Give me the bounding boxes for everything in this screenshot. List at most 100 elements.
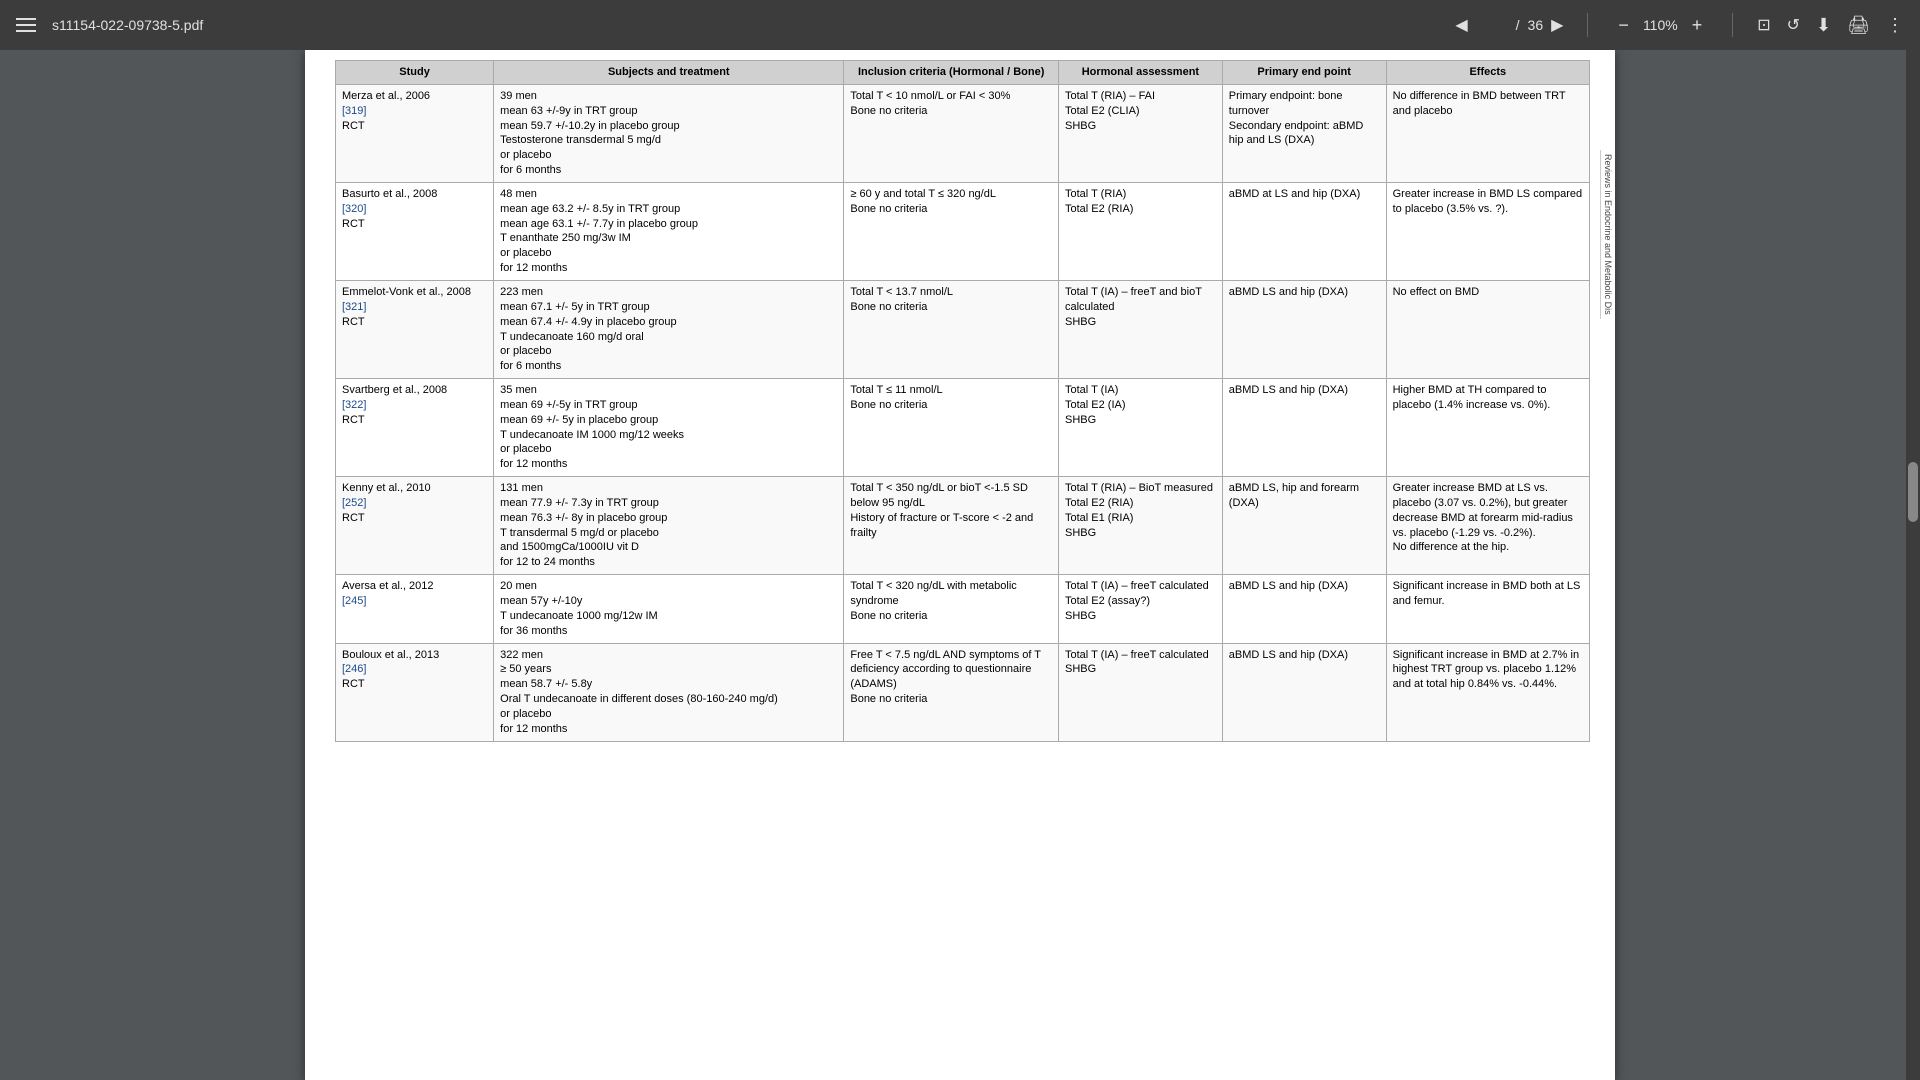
cell-inclusion: Total T < 350 ng/dL or bioT <-1.5 SD bel… — [844, 477, 1059, 575]
cell-effects: Higher BMD at TH compared to placebo (1.… — [1386, 379, 1589, 477]
cell-treatment: 131 menmean 77.9 +/- 7.3y in TRT groupme… — [494, 477, 844, 575]
cell-inclusion: Total T < 320 ng/dL with metabolic syndr… — [844, 575, 1059, 643]
fit-page-icon[interactable]: ⊡ — [1757, 15, 1770, 35]
scrollbar-thumb[interactable] — [1908, 462, 1918, 522]
cell-inclusion: Total T < 13.7 nmol/LBone no criteria — [844, 280, 1059, 378]
cell-effects: Significant increase in BMD both at LS a… — [1386, 575, 1589, 643]
page-total: 36 — [1528, 17, 1544, 33]
cell-effects: Significant increase in BMD at 2.7% in h… — [1386, 643, 1589, 741]
cell-inclusion: Total T < 10 nmol/L or FAI < 30%Bone no … — [844, 84, 1059, 182]
cell-treatment: 322 men≥ 50 yearsmean 58.7 +/- 5.8yOral … — [494, 643, 844, 741]
col-study: Study — [336, 61, 494, 85]
cell-hormonal: Total T (IA) – freeT calculatedSHBG — [1059, 643, 1223, 741]
study-author: Svartberg et al., 2008 — [342, 384, 447, 396]
toolbar: s11154-022-09738-5.pdf ◀ 18 / 36 ▶ − 110… — [0, 0, 1920, 50]
cell-study: Emmelot-Vonk et al., 2008 [321] RCT — [336, 280, 494, 378]
page-number-input[interactable]: 18 — [1476, 17, 1508, 33]
study-type: RCT — [342, 120, 365, 132]
zoom-out-button[interactable]: − — [1612, 13, 1635, 38]
cell-study: Svartberg et al., 2008 [322] RCT — [336, 379, 494, 477]
cell-effects: Greater increase in BMD LS compared to p… — [1386, 182, 1589, 280]
table-row: Emmelot-Vonk et al., 2008[321]RCT223 men… — [336, 280, 1590, 378]
zoom-level: 110% — [1643, 17, 1678, 33]
cell-hormonal: Total T (RIA)Total E2 (RIA) — [1059, 182, 1223, 280]
cell-effects: Greater increase BMD at LS vs. placebo (… — [1386, 477, 1589, 575]
cell-hormonal: Total T (RIA) – FAITotal E2 (CLIA)SHBG — [1059, 84, 1223, 182]
cell-inclusion: Total T ≤ 11 nmol/LBone no criteria — [844, 379, 1059, 477]
col-subjects: Subjects and treatment — [494, 61, 844, 85]
filename: s11154-022-09738-5.pdf — [52, 17, 1439, 33]
separator-1 — [1587, 13, 1588, 37]
study-ref[interactable]: [320] — [342, 203, 366, 215]
nav-controls: ◀ 18 / 36 ▶ — [1455, 15, 1563, 35]
cell-hormonal: Total T (IA) – freeT and bioT calculated… — [1059, 280, 1223, 378]
separator-2 — [1732, 13, 1733, 37]
cell-study: Kenny et al., 2010[252]RCT — [336, 477, 494, 575]
cell-hormonal: Total T (RIA) – BioT measuredTotal E2 (R… — [1059, 477, 1223, 575]
study-type: RCT — [342, 678, 365, 690]
cell-study: Aversa et al., 2012 [245] — [336, 575, 494, 643]
history-icon[interactable]: ↺ — [1787, 15, 1800, 35]
study-type: RCT — [342, 414, 365, 426]
study-table: Study Subjects and treatment Inclusion c… — [335, 60, 1590, 742]
study-ref[interactable]: [252] — [342, 497, 366, 509]
cell-primary: aBMD LS and hip (DXA) — [1222, 643, 1386, 741]
right-icons: ⊡ ↺ ⬇ 🖨 ⋮ — [1757, 15, 1904, 36]
cell-study: Bouloux et al., 2013 [246] RCT — [336, 643, 494, 741]
study-ref[interactable]: [319] — [342, 105, 366, 117]
study-author: Kenny et al., 2010 — [342, 482, 431, 494]
content: ringer Reviews in Endocrine and Metaboli… — [0, 50, 1920, 1080]
next-page-button[interactable]: ▶ — [1551, 15, 1563, 35]
cell-study: Merza et al., 2006 [319] RCT — [336, 84, 494, 182]
study-ref[interactable]: [246] — [342, 663, 366, 675]
table-row: Bouloux et al., 2013 [246] RCT 322 men≥ 50 … — [336, 643, 1590, 741]
table-row: Aversa et al., 2012 [245] 20 menmean 57y +… — [336, 575, 1590, 643]
table-header-row: Study Subjects and treatment Inclusion c… — [336, 61, 1590, 85]
study-author: Basurto et al., 2008 — [342, 188, 437, 200]
study-author: Aversa et al., 2012 — [342, 580, 434, 592]
cell-hormonal: Total T (IA)Total E2 (IA)SHBG — [1059, 379, 1223, 477]
right-label: Reviews in Endocrine and Metabolic Dis — [1600, 150, 1615, 319]
cell-effects: No effect on BMD — [1386, 280, 1589, 378]
more-icon[interactable]: ⋮ — [1886, 15, 1904, 36]
cell-primary: aBMD LS and hip (DXA) — [1222, 575, 1386, 643]
cell-treatment: 39 menmean 63 +/-9y in TRT groupmean 59.… — [494, 84, 844, 182]
table-wrapper: Study Subjects and treatment Inclusion c… — [305, 50, 1615, 742]
scrollbar-track[interactable] — [1906, 50, 1920, 1080]
study-author: Merza et al., 2006 — [342, 90, 430, 102]
page-separator: / — [1516, 17, 1520, 33]
cell-inclusion: ≥ 60 y and total T ≤ 320 ng/dLBone no cr… — [844, 182, 1059, 280]
cell-hormonal: Total T (IA) – freeT calculatedTotal E2 … — [1059, 575, 1223, 643]
study-author: Bouloux et al., 2013 — [342, 649, 439, 661]
prev-page-button[interactable]: ◀ — [1455, 15, 1467, 35]
col-effects: Effects — [1386, 61, 1589, 85]
study-type: RCT — [342, 316, 365, 328]
download-icon[interactable]: ⬇ — [1816, 15, 1831, 36]
study-author: Emmelot-Vonk et al., 2008 — [342, 286, 471, 298]
cell-primary: aBMD LS and hip (DXA) — [1222, 280, 1386, 378]
col-hormonal: Hormonal assessment — [1059, 61, 1223, 85]
pdf-page: ringer Reviews in Endocrine and Metaboli… — [305, 50, 1615, 1080]
cell-primary: Primary endpoint: bone turnoverSecondary… — [1222, 84, 1386, 182]
col-inclusion: Inclusion criteria (Hormonal / Bone) — [844, 61, 1059, 85]
cell-primary: aBMD LS and hip (DXA) — [1222, 379, 1386, 477]
table-row: Merza et al., 2006 [319] RCT 39 menmean 63 … — [336, 84, 1590, 182]
cell-primary: aBMD LS, hip and forearm (DXA) — [1222, 477, 1386, 575]
cell-primary: aBMD at LS and hip (DXA) — [1222, 182, 1386, 280]
table-body: Merza et al., 2006 [319] RCT 39 menmean 63 … — [336, 84, 1590, 741]
zoom-in-button[interactable]: + — [1686, 13, 1709, 38]
cell-treatment: 35 menmean 69 +/-5y in TRT groupmean 69 … — [494, 379, 844, 477]
cell-treatment: 20 menmean 57y +/-10yT undecanoate 1000 … — [494, 575, 844, 643]
study-ref[interactable]: [322] — [342, 399, 366, 411]
cell-effects: No difference in BMD between TRT and pla… — [1386, 84, 1589, 182]
table-row: Basurto et al., 2008 [320] RCT 48 menmean a… — [336, 182, 1590, 280]
cell-treatment: 48 menmean age 63.2 +/- 8.5y in TRT grou… — [494, 182, 844, 280]
cell-inclusion: Free T < 7.5 ng/dL AND symptoms of T def… — [844, 643, 1059, 741]
cell-study: Basurto et al., 2008 [320] RCT — [336, 182, 494, 280]
print-icon[interactable]: 🖨 — [1847, 15, 1870, 36]
study-type: RCT — [342, 218, 365, 230]
zoom-controls: − 110% + — [1612, 13, 1708, 38]
menu-icon[interactable] — [16, 18, 36, 32]
study-ref[interactable]: [245] — [342, 595, 366, 607]
study-ref[interactable]: [321] — [342, 301, 366, 313]
